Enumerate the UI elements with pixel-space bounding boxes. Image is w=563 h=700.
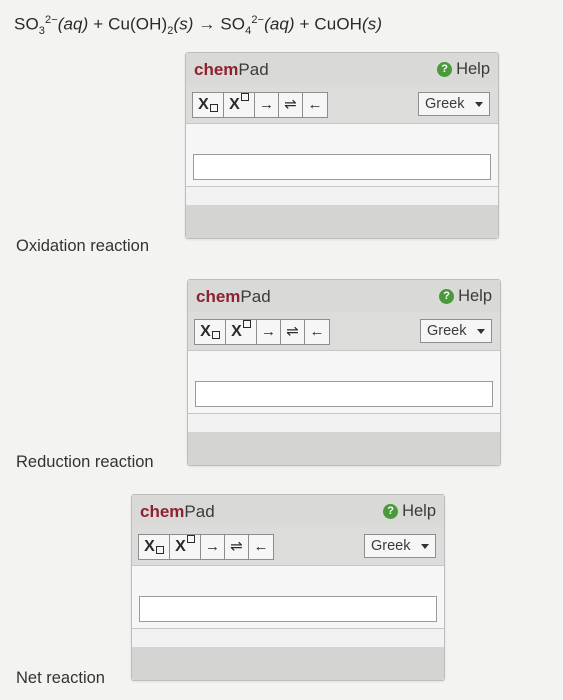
help-button[interactable]: ? Help: [383, 502, 436, 521]
equilibrium-arrow-button[interactable]: ⇌: [225, 535, 249, 559]
reverse-arrow-button[interactable]: ←: [305, 320, 329, 344]
product-2-state: (s): [362, 14, 383, 34]
help-button[interactable]: ? Help: [437, 60, 490, 79]
subscript-button[interactable]: X: [193, 93, 224, 117]
help-icon: ?: [383, 504, 399, 519]
help-icon: ?: [439, 289, 455, 304]
plus-sign: +: [299, 14, 310, 34]
chempad-toolbar: X X → ⇌ ← Greek: [186, 85, 498, 124]
product-1-formula: SO: [220, 14, 246, 34]
reactant-2-formula: Cu(OH): [108, 14, 168, 34]
reaction-arrow-button[interactable]: →: [255, 93, 279, 117]
reactant-1-formula: SO: [14, 14, 39, 34]
chempad-title: chemPad: [140, 502, 215, 521]
chempad-header: chemPad ? Help: [188, 280, 500, 313]
chempad-title: chemPad: [194, 60, 269, 79]
greek-dropdown[interactable]: Greek: [364, 534, 436, 558]
greek-dropdown[interactable]: Greek: [420, 319, 492, 343]
reduction-label: Reduction reaction: [16, 453, 154, 471]
format-tool-group: X X → ⇌ ←: [192, 92, 328, 118]
chevron-down-icon: [475, 102, 483, 107]
chempad-oxidation: chemPad ? Help X X → ⇌ ← Greek: [185, 52, 499, 239]
product-1-state: (aq): [264, 14, 295, 34]
product-1-charge: 2−: [251, 14, 265, 26]
reactant-1-charge: 2−: [44, 14, 58, 26]
reactant-1-state: (aq): [57, 14, 89, 34]
chempad-net: chemPad ? Help X X → ⇌ ← Greek: [131, 494, 445, 681]
subscript-button[interactable]: X: [139, 535, 170, 559]
product-1-subscript: 4: [245, 25, 252, 38]
chempad-footer: [188, 432, 500, 465]
reverse-arrow-button[interactable]: ←: [249, 535, 273, 559]
superscript-button[interactable]: X: [226, 320, 257, 344]
chempad-footer: [186, 205, 498, 238]
reaction-arrow: →: [198, 14, 216, 34]
net-answer-input[interactable]: [139, 596, 437, 622]
reaction-arrow-button[interactable]: →: [201, 535, 225, 559]
chempad-reduction: chemPad ? Help X X → ⇌ ← Greek: [187, 279, 501, 466]
reverse-arrow-button[interactable]: ←: [303, 93, 327, 117]
chempad-footer: [132, 647, 444, 680]
chempad-header: chemPad ? Help: [186, 53, 498, 86]
chempad-toolbar: X X → ⇌ ← Greek: [132, 527, 444, 566]
reaction-equation: SO32−(aq) + Cu(OH)2(s) → SO42−(aq) + CuO…: [14, 14, 382, 37]
help-icon: ?: [437, 62, 453, 77]
oxidation-label: Oxidation reaction: [16, 237, 149, 255]
chempad-title: chemPad: [196, 287, 271, 306]
reaction-arrow-button[interactable]: →: [257, 320, 281, 344]
subscript-button[interactable]: X: [195, 320, 226, 344]
reduction-answer-input[interactable]: [195, 381, 493, 407]
oxidation-answer-input[interactable]: [193, 154, 491, 180]
plus-sign: +: [93, 14, 104, 34]
format-tool-group: X X → ⇌ ←: [138, 534, 274, 560]
help-button[interactable]: ? Help: [439, 287, 492, 306]
chevron-down-icon: [421, 544, 429, 549]
format-tool-group: X X → ⇌ ←: [194, 319, 330, 345]
product-2-formula: CuOH: [314, 14, 363, 34]
superscript-button[interactable]: X: [170, 535, 201, 559]
net-label: Net reaction: [16, 669, 105, 687]
chevron-down-icon: [477, 329, 485, 334]
equilibrium-arrow-button[interactable]: ⇌: [279, 93, 303, 117]
chempad-header: chemPad ? Help: [132, 495, 444, 528]
superscript-button[interactable]: X: [224, 93, 255, 117]
reactant-2-state: (s): [173, 14, 194, 34]
chempad-toolbar: X X → ⇌ ← Greek: [188, 312, 500, 351]
equilibrium-arrow-button[interactable]: ⇌: [281, 320, 305, 344]
reactant-1-subscript: 3: [38, 25, 45, 38]
greek-dropdown[interactable]: Greek: [418, 92, 490, 116]
